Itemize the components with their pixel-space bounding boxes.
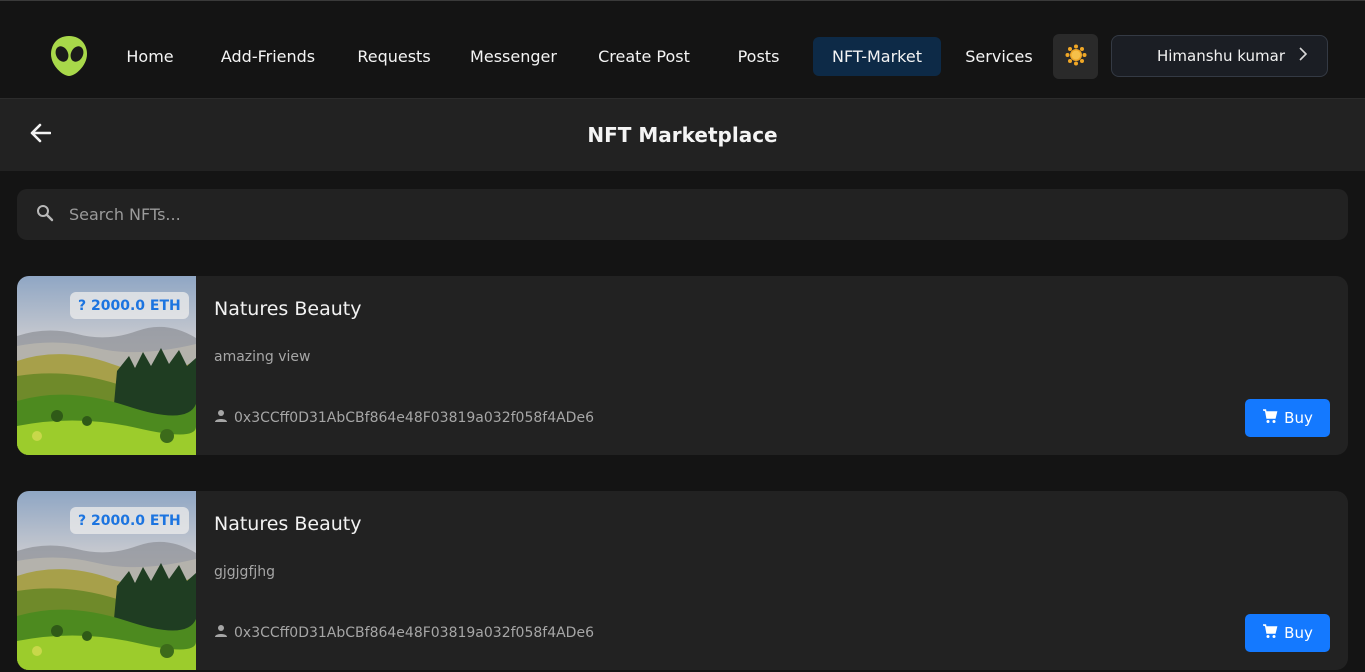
page-title: NFT Marketplace <box>587 123 778 147</box>
nav-add-friends[interactable]: Add-Friends <box>208 37 328 76</box>
nft-description: gjgjgfjhg <box>214 564 276 580</box>
nft-card: ? 2000.0 ETH Natures Beauty amazing view… <box>17 276 1348 455</box>
nft-title: Natures Beauty <box>214 298 362 320</box>
price-badge: ? 2000.0 ETH <box>70 292 189 319</box>
buy-button[interactable]: Buy <box>1245 399 1330 437</box>
nav-services[interactable]: Services <box>958 37 1040 76</box>
nav-create-post[interactable]: Create Post <box>587 37 701 76</box>
theme-toggle-button[interactable] <box>1053 34 1098 79</box>
owner-address: 0x3CCff0D31AbCBf864e48F03819a032f058f4AD… <box>234 410 594 426</box>
owner-address: 0x3CCff0D31AbCBf864e48F03819a032f058f4AD… <box>234 625 594 641</box>
search-icon <box>36 204 54 226</box>
cart-icon <box>1262 408 1278 428</box>
nav-messenger[interactable]: Messenger <box>460 37 567 76</box>
nav-requests[interactable]: Requests <box>346 37 442 76</box>
alien-logo-icon[interactable] <box>49 34 89 78</box>
nft-description: amazing view <box>214 349 311 365</box>
nav-posts[interactable]: Posts <box>726 37 791 76</box>
cart-icon <box>1262 623 1278 643</box>
person-icon <box>214 624 228 642</box>
search-input[interactable] <box>69 205 1269 224</box>
chevron-right-icon <box>1299 47 1308 65</box>
nav-home[interactable]: Home <box>112 37 188 76</box>
person-icon <box>214 409 228 427</box>
user-name: Himanshu kumar <box>1156 47 1285 65</box>
buy-label: Buy <box>1284 409 1313 427</box>
buy-button[interactable]: Buy <box>1245 614 1330 652</box>
sun-icon <box>1065 44 1087 70</box>
nav-nft-market[interactable]: NFT-Market <box>813 37 941 76</box>
nft-owner: 0x3CCff0D31AbCBf864e48F03819a032f058f4AD… <box>214 409 594 427</box>
page-header: NFT Marketplace <box>0 99 1365 171</box>
nft-owner: 0x3CCff0D31AbCBf864e48F03819a032f058f4AD… <box>214 624 594 642</box>
nft-card: ? 2000.0 ETH Natures Beauty gjgjgfjhg 0x… <box>17 491 1348 670</box>
nft-title: Natures Beauty <box>214 513 362 535</box>
price-badge: ? 2000.0 ETH <box>70 507 189 534</box>
search-bar[interactable] <box>17 189 1348 240</box>
buy-label: Buy <box>1284 624 1313 642</box>
top-navbar: Home Add-Friends Requests Messenger Crea… <box>0 0 1365 99</box>
user-menu-button[interactable]: Himanshu kumar <box>1111 35 1328 77</box>
